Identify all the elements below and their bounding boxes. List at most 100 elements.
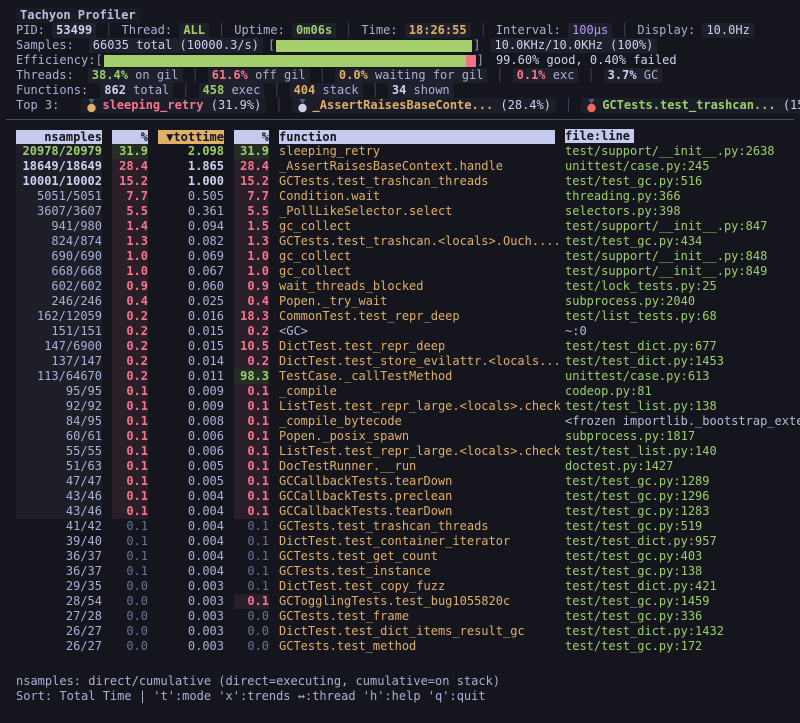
efficiency-text: 99.60% good, 0.40% failed: [496, 53, 677, 68]
efficiency-line: Efficiency: [ ] 99.60% good, 0.40% faile…: [16, 53, 800, 68]
table-row[interactable]: 3607/3607 5.5 0.361 5.5 _PollLikeSelecto…: [16, 204, 800, 219]
file-line-cell: test/test_gc.py:434: [565, 234, 800, 249]
table-row[interactable]: 43/46 0.1 0.004 0.1 GCCallbackTests.tear…: [16, 504, 800, 519]
table-row[interactable]: 10001/10002 15.2 1.000 15.2 GCTests.test…: [16, 174, 800, 189]
table-row[interactable]: 39/40 0.1 0.004 0.1 DictTest.test_contai…: [16, 534, 800, 549]
pct-direct-cell: 1.4: [112, 219, 148, 234]
table-row[interactable]: 60/61 0.1 0.006 0.1 Popen._posix_spawn s…: [16, 429, 800, 444]
tottime-cell: 0.009: [158, 384, 224, 399]
table-row[interactable]: 26/27 0.0 0.003 0.0 DictTest.test_dict_i…: [16, 624, 800, 639]
tottime-cell: 0.009: [158, 399, 224, 414]
table-row[interactable]: 137/147 0.2 0.014 0.2 DictTest.test_stor…: [16, 354, 800, 369]
table-row[interactable]: 84/95 0.1 0.008 0.1 _compile_bytecode <f…: [16, 414, 800, 429]
pct-direct-cell: 7.7: [112, 189, 148, 204]
file-line-cell: unittest/case.py:613: [565, 369, 800, 384]
pct-cumulative-cell: 0.1: [234, 414, 269, 429]
function-cell: Condition.wait: [279, 189, 555, 204]
file-line-cell: test/test_gc.py:138: [565, 564, 800, 579]
table-row[interactable]: 602/602 0.9 0.060 0.9 wait_threads_block…: [16, 279, 800, 294]
table-row[interactable]: 47/47 0.1 0.005 0.1 GCCallbackTests.tear…: [16, 474, 800, 489]
time-label: Time:: [361, 23, 397, 38]
threads-waiting-text: waiting for gil: [368, 68, 484, 82]
pct-direct-cell: 1.0: [112, 264, 148, 279]
functions-shown-value: 34: [392, 83, 406, 97]
nsamples-cell: 27/28: [16, 609, 102, 624]
table-row[interactable]: 668/668 1.0 0.067 1.0 gc_collect test/su…: [16, 264, 800, 279]
column-header-file-line[interactable]: file:line: [565, 129, 800, 144]
table-row[interactable]: 941/980 1.4 0.094 1.5 gc_collect test/su…: [16, 219, 800, 234]
table-row[interactable]: 55/55 0.1 0.006 0.1 ListTest.test_repr_l…: [16, 444, 800, 459]
functions-exec-value: 458: [203, 83, 225, 97]
table-row[interactable]: 5051/5051 7.7 0.505 7.7 Condition.wait t…: [16, 189, 800, 204]
table-row[interactable]: 151/151 0.2 0.015 0.2 <GC> ~:0: [16, 324, 800, 339]
function-cell: Popen._try_wait: [279, 294, 555, 309]
table-row[interactable]: 162/12059 0.2 0.016 18.3 CommonTest.test…: [16, 309, 800, 324]
pct-cumulative-cell: 7.7: [234, 189, 269, 204]
uptime-label: Uptime:: [234, 23, 285, 38]
pct-cumulative-cell: 18.3: [234, 309, 269, 324]
pct-cumulative-cell: 0.1: [234, 474, 269, 489]
separator: │: [496, 68, 503, 83]
table-row[interactable]: 92/92 0.1 0.009 0.1 ListTest.test_repr_l…: [16, 399, 800, 414]
interval-label: Interval:: [496, 23, 561, 38]
separator: │: [105, 23, 112, 38]
table-row[interactable]: 20978/20979 31.9 2.098 31.9 sleeping_ret…: [16, 144, 800, 159]
tottime-cell: 0.005: [158, 459, 224, 474]
pct-direct-cell: 0.1: [112, 534, 148, 549]
table-row[interactable]: 43/46 0.1 0.004 0.1 GCCallbackTests.prec…: [16, 489, 800, 504]
pct-cumulative-cell: 0.1: [234, 384, 269, 399]
pct-cumulative-cell: 0.1: [234, 564, 269, 579]
nsamples-cell: 26/27: [16, 639, 102, 654]
table-row[interactable]: 147/6900 0.2 0.015 10.5 DictTest.test_re…: [16, 339, 800, 354]
table-row[interactable]: 690/690 1.0 0.069 1.0 gc_collect test/su…: [16, 249, 800, 264]
tottime-cell: 0.003: [158, 624, 224, 639]
function-cell: GCTests.test_instance: [279, 564, 555, 579]
column-header-pct-direct[interactable]: %: [112, 130, 148, 144]
table-row[interactable]: 18649/18649 28.4 1.865 28.4 _AssertRaise…: [16, 159, 800, 174]
pct-direct-cell: 0.1: [112, 429, 148, 444]
nsamples-cell: 60/61: [16, 429, 102, 444]
thread-value[interactable]: ALL: [179, 23, 209, 38]
pct-cumulative-cell: 0.1: [234, 579, 269, 594]
pct-direct-cell: 0.4: [112, 294, 148, 309]
threads-off-gil-value: 61.6%: [212, 68, 248, 82]
separator: │: [182, 83, 189, 98]
column-header-nsamples[interactable]: nsamples: [16, 130, 102, 144]
table-row[interactable]: 36/37 0.1 0.004 0.1 GCTests.test_instanc…: [16, 564, 800, 579]
status-bar: PID: 53499 │ Thread: ALL │ Uptime: 0m06s…: [16, 23, 800, 38]
table-row[interactable]: 26/27 0.0 0.003 0.0 GCTests.test_method …: [16, 639, 800, 654]
table-row[interactable]: 246/246 0.4 0.025 0.4 Popen._try_wait su…: [16, 294, 800, 309]
nsamples-cell: 51/63: [16, 459, 102, 474]
threads-gc-value: 3.7%: [608, 68, 637, 82]
tottime-cell: 0.069: [158, 249, 224, 264]
efficiency-label: Efficiency:: [16, 53, 95, 68]
samples-line: Samples: 66035 total (10000.3/s) [ ] 10.…: [16, 38, 800, 53]
table-row[interactable]: 27/28 0.0 0.003 0.0 GCTests.test_frame t…: [16, 609, 800, 624]
nsamples-cell: 29/35: [16, 579, 102, 594]
bronze-medal-icon: [586, 99, 597, 113]
tottime-cell: 0.003: [158, 609, 224, 624]
table-row[interactable]: 51/63 0.1 0.005 0.1 DocTestRunner.__run …: [16, 459, 800, 474]
function-cell: DictTest.test_dict_items_result_gc: [279, 624, 555, 639]
function-cell: DocTestRunner.__run: [279, 459, 555, 474]
table-row[interactable]: 28/54 0.0 0.003 0.1 GCTogglingTests.test…: [16, 594, 800, 609]
pct-cumulative-cell: 0.2: [234, 354, 269, 369]
threads-waiting-value: 0.0%: [339, 68, 368, 82]
separator: │: [218, 23, 225, 38]
table-row[interactable]: 824/874 1.3 0.082 1.3 GCTests.test_trash…: [16, 234, 800, 249]
file-line-cell: test/list_tests.py:68: [565, 309, 800, 324]
functions-stack-value: 404: [294, 83, 316, 97]
table-row[interactable]: 95/95 0.1 0.009 0.1 _compile codeop.py:8…: [16, 384, 800, 399]
pct-direct-cell: 0.1: [112, 399, 148, 414]
column-header-tottime-sorted[interactable]: ▼tottime: [158, 130, 224, 144]
table-row[interactable]: 36/37 0.1 0.004 0.1 GCTests.test_get_cou…: [16, 549, 800, 564]
table-row[interactable]: 113/64670 0.2 0.011 98.3 TestCase._callT…: [16, 369, 800, 384]
table-row[interactable]: 41/42 0.1 0.004 0.1 GCTests.test_trashca…: [16, 519, 800, 534]
tottime-cell: 0.004: [158, 519, 224, 534]
column-header-function[interactable]: function: [279, 130, 555, 144]
table-row[interactable]: 29/35 0.0 0.003 0.1 DictTest.test_copy_f…: [16, 579, 800, 594]
functions-line: Functions: 862 total │ 458 exec │ 404 st…: [16, 83, 800, 98]
footer-legend: nsamples: direct/cumulative (direct=exec…: [16, 674, 800, 689]
bar-close-bracket: ]: [473, 38, 480, 53]
column-header-pct-cumulative[interactable]: %: [234, 130, 269, 144]
